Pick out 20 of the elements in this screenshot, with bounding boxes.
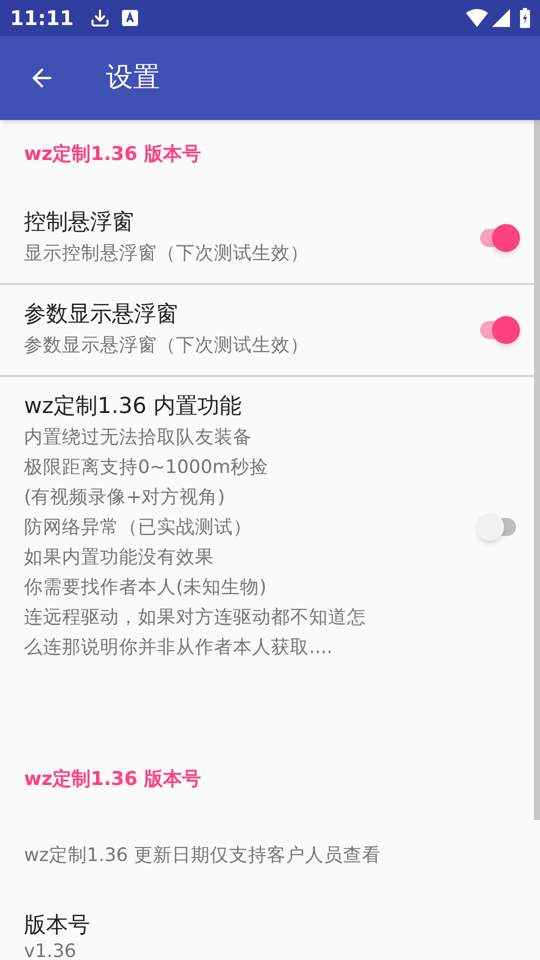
preference-summary: 内置绕过无法拾取队友装备 极限距离支持0~1000m秒捡 (有视频录像+对方视角) 防网络异常（已实战测试） 如果内置功能没有效果 你需要找作者本人(未知生物) 连远程驱动，如果对方连驱动都不知道怎 么连那说明你并非从作者本人获取....: [24, 426, 367, 660]
category-header: wz定制1.36 版本号: [24, 768, 202, 790]
preference-title: 控制悬浮窗: [24, 208, 135, 236]
battery-icon: [520, 8, 530, 28]
preference-title: 版本号: [24, 912, 91, 940]
preference-summary: wz定制1.36 更新日期仅支持客户人员查看: [24, 844, 382, 868]
preference-title: 参数显示悬浮窗: [24, 300, 179, 328]
preference-summary: 参数显示悬浮窗（下次测试生效）: [24, 334, 310, 358]
preference-title: wz定制1.36 内置功能: [24, 392, 243, 420]
switch-preference[interactable]: 参数显示悬浮窗 参数显示悬浮窗（下次测试生效）: [0, 284, 534, 374]
wifi-icon: [466, 9, 488, 27]
preference-summary: v1.36: [24, 941, 78, 960]
toolbar-title: 设置: [106, 60, 160, 95]
preference-summary: 显示控制悬浮窗（下次测试生效）: [24, 242, 310, 266]
switch-preference[interactable]: 控制悬浮窗 显示控制悬浮窗（下次测试生效）: [0, 192, 534, 282]
signal-icon: [492, 9, 510, 27]
download-icon: [90, 8, 110, 28]
status-time: 11:11: [10, 5, 74, 32]
switch-preference[interactable]: wz定制1.36 内置功能 内置绕过无法拾取队友装备 极限距离支持0~1000m秒捡 (有视频录像+对方视角) 防网络异常（已实战测试） 如果内置功能没有效果 你需要找作者本人(未知生物) 连远程驱动，如果对方连驱动都不知道怎 么连那说明你并非从作者本人获取....: [0, 376, 534, 676]
category-header: wz定制1.36 版本号: [24, 143, 202, 165]
